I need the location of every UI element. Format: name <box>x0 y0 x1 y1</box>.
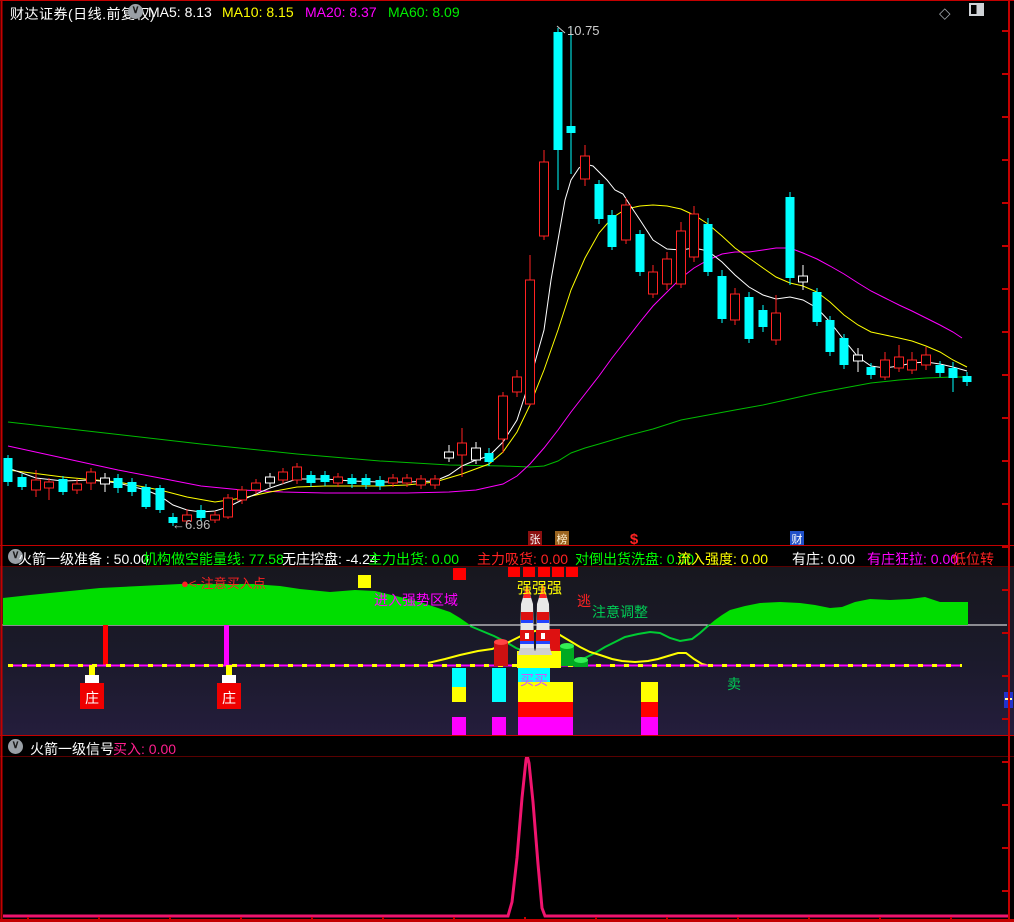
svg-text:进入强势区域: 进入强势区域 <box>374 592 458 608</box>
indicator1-header-item: 无庄控盘: -4.24 <box>282 551 378 567</box>
svg-text:张: 张 <box>530 533 541 545</box>
indicator1-header-item: 主力出货: 0.00 <box>368 551 460 567</box>
diamond-icon[interactable]: ◇ <box>939 5 951 22</box>
indicator1-header-item: 有庄: 0.00 <box>792 551 856 567</box>
svg-text:$: $ <box>630 531 639 545</box>
svg-text:10.75: 10.75 <box>567 24 600 38</box>
maximize-half-square-icon[interactable] <box>969 3 984 16</box>
chevron-down-icon[interactable] <box>128 4 143 19</box>
svg-text:强强强: 强强强 <box>517 580 562 597</box>
ma-legend-item: MA10: 8.15 <box>222 4 294 20</box>
svg-text:买买: 买买 <box>520 672 548 688</box>
app-window: 财达证券(日线.前复权) MA5: 8.13MA10: 8.15MA20: 8.… <box>0 0 1014 922</box>
indicator2-title: 火箭一级信号 <box>30 741 114 757</box>
svg-text:庄: 庄 <box>85 690 99 706</box>
indicator2-header: 火箭一级信号 买入: 0.00 <box>0 735 1014 757</box>
indicator1-header-item: 有庄狂拉: 0.00 <box>867 551 959 567</box>
ma-legend-item: MA5: 8.13 <box>148 4 212 20</box>
indicator1-chart: 庄 庄 ●<-注意买入点进入强势区域 强强强逃注意调整买买 卖 <box>0 567 1014 735</box>
indicator2-buy-value: 买入: 0.00 <box>113 741 177 757</box>
window-controls: ◇ <box>939 3 984 22</box>
indicator1-header-item: 主力吸货: 0.00 <box>477 551 569 567</box>
ma-legend-item: MA20: 8.37 <box>305 4 377 20</box>
svg-text:庄: 庄 <box>222 690 236 706</box>
indicator1-header-item: 火箭一级准备 : 50.00 <box>18 551 149 567</box>
svg-text:财: 财 <box>792 532 803 545</box>
svg-text:注意调整: 注意调整 <box>592 604 648 620</box>
candlestick-chart: 10.75 ←6.96 张 榜 $ 财 <box>3 24 972 545</box>
indicator1-header: 火箭一级准备 : 50.00机构做空能量线: 77.58无庄控盘: -4.24主… <box>0 545 1014 567</box>
svg-text:榜: 榜 <box>557 532 568 545</box>
svg-text:●<-注意买入点: ●<-注意买入点 <box>181 576 266 591</box>
svg-text:逃: 逃 <box>577 593 591 609</box>
svg-text:←6.96: ←6.96 <box>172 517 210 532</box>
svg-text:卖: 卖 <box>727 676 741 692</box>
indicator1-header-item: 流入强度: 0.00 <box>677 551 769 567</box>
ma-legend-item: MA60: 8.09 <box>388 4 460 20</box>
title-bar: 财达证券(日线.前复权) MA5: 8.13MA10: 8.15MA20: 8.… <box>0 0 1014 24</box>
indicator2-chart <box>0 757 1014 920</box>
indicator1-header-item: 机构做空能量线: 77.58 <box>143 551 284 567</box>
indicator1-header-item: 低位转 <box>952 551 994 567</box>
chevron-down-icon[interactable] <box>8 739 23 754</box>
